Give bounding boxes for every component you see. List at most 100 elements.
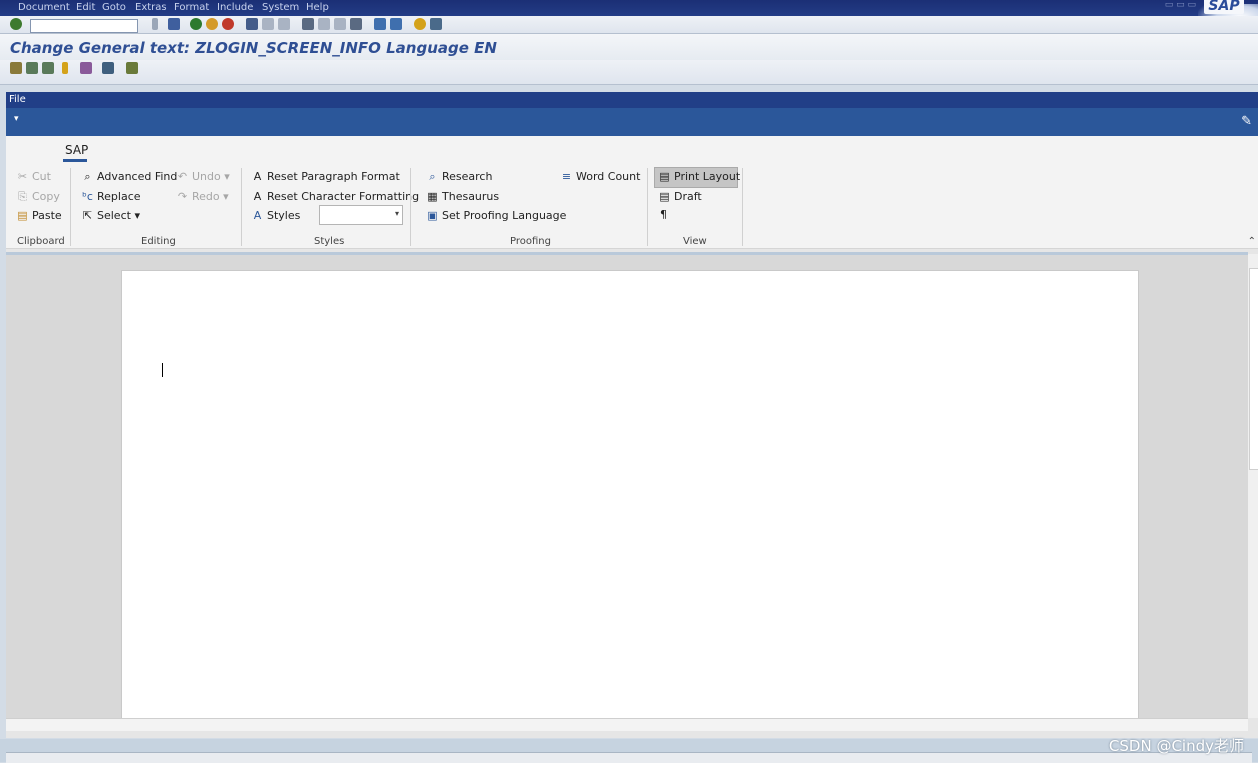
settings-icon[interactable] <box>102 62 114 74</box>
copy-button[interactable]: ⎘ Copy <box>16 190 60 204</box>
paragraph-reset-icon: A <box>253 170 262 183</box>
format-icon[interactable] <box>80 62 92 74</box>
word-count-button[interactable]: ≡ Word Count <box>560 170 641 183</box>
redo-arrow-icon: ↷ <box>177 190 188 203</box>
draft-button[interactable]: ▤ Draft <box>658 190 702 203</box>
reset-character-formatting-button[interactable]: A Reset Character Formatting <box>251 190 419 203</box>
research-icon: ⌕ <box>429 170 436 183</box>
group-label-editing: Editing <box>141 236 176 247</box>
chevron-down-icon: ▾ <box>224 170 230 183</box>
undo-button[interactable]: ↶ Undo ▾ <box>176 170 230 183</box>
layout-menu-icon[interactable] <box>430 18 442 30</box>
print-layout-label: Print Layout <box>674 170 741 183</box>
quick-access-toolbar: ▾ ✎ <box>6 108 1258 136</box>
styles-button[interactable]: A Styles <box>251 209 301 222</box>
show-formatting-button[interactable]: ¶ <box>660 208 667 221</box>
tab-sap-indicator <box>63 159 87 162</box>
select-button[interactable]: ⇱ Select ▾ <box>81 209 140 222</box>
command-field[interactable] <box>30 19 138 33</box>
menu-include[interactable]: Include <box>217 2 253 13</box>
replace-button[interactable]: ᵇc Replace <box>81 190 141 203</box>
system-toolbar <box>0 16 1258 34</box>
previous-page-icon[interactable] <box>318 18 330 30</box>
group-label-styles: Styles <box>314 236 345 247</box>
exit-icon[interactable] <box>206 18 218 30</box>
new-session-icon[interactable] <box>374 18 386 30</box>
group-label-proofing: Proofing <box>510 236 551 247</box>
menu-extras[interactable]: Extras <box>135 2 167 13</box>
scissors-icon: ✂ <box>17 170 28 183</box>
last-page-icon[interactable] <box>350 18 362 30</box>
thesaurus-icon: ▦ <box>427 190 438 203</box>
reset-paragraph-format-button[interactable]: A Reset Paragraph Format <box>251 170 400 183</box>
pilcrow-icon: ¶ <box>660 208 667 221</box>
print-icon[interactable] <box>246 18 258 30</box>
print-layout-button[interactable]: ▤ Print Layout <box>658 170 740 183</box>
pen-icon[interactable]: ✎ <box>1241 114 1252 129</box>
find-next-icon[interactable] <box>278 18 290 30</box>
find-icon[interactable] <box>262 18 274 30</box>
research-button[interactable]: ⌕ Research <box>426 170 492 184</box>
menu-document[interactable]: Document <box>18 2 70 13</box>
first-page-icon[interactable] <box>302 18 314 30</box>
menu-edit[interactable]: Edit <box>76 2 95 13</box>
cut-button[interactable]: ✂ Cut <box>16 170 51 183</box>
reset-character-label: Reset Character Formatting <box>267 190 420 203</box>
advanced-find-button[interactable]: ⌕ Advanced Find <box>81 170 177 184</box>
group-label-clipboard: Clipboard <box>17 236 65 247</box>
chevron-down-icon: ▾ <box>134 209 140 222</box>
export-icon[interactable] <box>126 62 138 74</box>
replace-label: Replace <box>97 190 141 203</box>
undo-icon[interactable] <box>26 62 38 74</box>
copy-icon: ⎘ <box>18 190 27 203</box>
redo-button[interactable]: ↷ Redo ▾ <box>176 190 229 203</box>
display-change-icon[interactable] <box>10 62 22 74</box>
page-title: Change General text: ZLOGIN_SCREEN_INFO … <box>10 39 497 57</box>
undo-label: Undo <box>192 170 221 183</box>
menu-system[interactable]: System <box>262 2 299 13</box>
paste-button[interactable]: ▤ Paste <box>16 209 62 222</box>
document-page[interactable] <box>121 270 1139 720</box>
page-icon: ▤ <box>659 170 670 183</box>
menu-format[interactable]: Format <box>174 2 209 13</box>
collapse-ribbon-icon[interactable]: ⌃ <box>1248 236 1256 247</box>
group-label-view: View <box>683 236 707 247</box>
help-icon[interactable] <box>414 18 426 30</box>
replace-icon: ᵇc <box>82 190 93 203</box>
chevron-down-icon: ▾ <box>394 209 399 218</box>
next-page-icon[interactable] <box>334 18 346 30</box>
horizontal-scrollbar[interactable] <box>6 718 1248 731</box>
word-count-icon: ≡ <box>561 170 572 183</box>
file-tab[interactable]: File <box>9 94 26 105</box>
group-divider <box>410 168 411 246</box>
customize-qat-icon[interactable]: ▾ <box>14 114 19 124</box>
set-proofing-language-button[interactable]: ▣ Set Proofing Language <box>426 209 566 222</box>
redo-icon[interactable] <box>42 62 54 74</box>
paste-label: Paste <box>32 209 62 222</box>
shortcut-icon[interactable] <box>390 18 402 30</box>
cancel-icon[interactable] <box>222 18 234 30</box>
enter-icon[interactable] <box>10 18 22 30</box>
draft-label: Draft <box>674 190 702 203</box>
research-label: Research <box>442 170 493 183</box>
language-icon: ▣ <box>427 209 438 222</box>
save-icon[interactable] <box>168 18 180 30</box>
sap-menu-bar: Document Edit Goto Extras Format Include… <box>0 0 1258 16</box>
menu-help[interactable]: Help <box>306 2 329 13</box>
alert-icon[interactable] <box>62 62 68 74</box>
tab-sap[interactable]: SAP <box>65 143 88 157</box>
sap-logo: SAP <box>1204 0 1244 14</box>
vertical-scroll-thumb[interactable] <box>1249 268 1258 470</box>
application-toolbar <box>0 60 1258 85</box>
window-controls[interactable]: ▭ ▭ ▭ <box>1165 0 1196 10</box>
draft-icon: ▤ <box>659 190 670 203</box>
style-select[interactable]: ▾ <box>319 205 403 225</box>
thesaurus-button[interactable]: ▦ Thesaurus <box>426 190 499 203</box>
back-arrow-icon[interactable] <box>152 18 158 30</box>
group-divider <box>70 168 71 246</box>
word-count-label: Word Count <box>576 170 641 183</box>
group-divider <box>241 168 242 246</box>
select-label: Select <box>97 209 131 222</box>
back-icon[interactable] <box>190 18 202 30</box>
menu-goto[interactable]: Goto <box>102 2 126 13</box>
